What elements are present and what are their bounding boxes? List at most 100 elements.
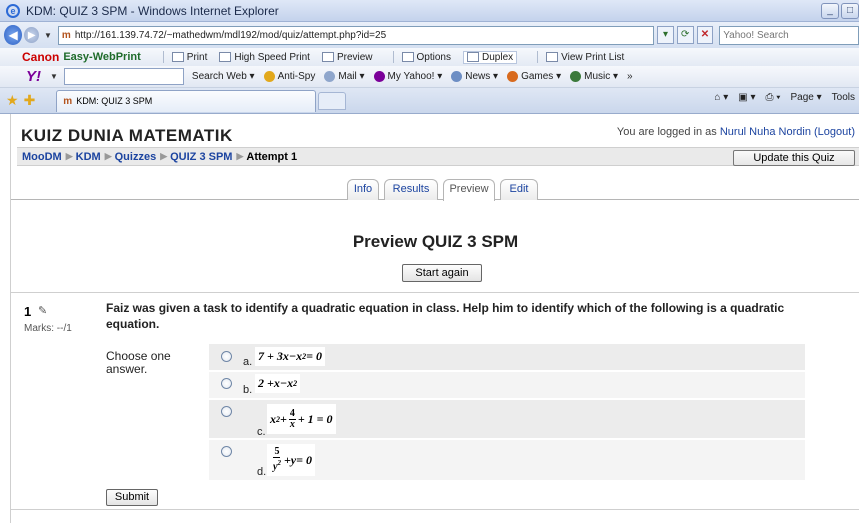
new-tab-button[interactable]: [318, 91, 347, 110]
url-field[interactable]: m http://161.139.74.72/~mathedwm/mdl192/…: [57, 25, 655, 45]
yahoo-menu-dropdown-icon[interactable]: ▼: [50, 72, 58, 81]
high-speed-print-button[interactable]: High Speed Print: [219, 52, 310, 63]
answer-option-d[interactable]: d. 5 y2 + y = 0: [209, 440, 805, 480]
refresh-icon[interactable]: ⟳: [676, 26, 694, 44]
news-button[interactable]: News ▾: [451, 71, 498, 82]
breadcrumb-current: Attempt 1: [246, 150, 298, 163]
edit-question-icon[interactable]: ✎: [38, 304, 47, 317]
user-profile-link[interactable]: Nurul Nuha Nordin: [720, 126, 811, 138]
page-menu[interactable]: Page ▾: [790, 92, 821, 103]
question-number: 1: [24, 304, 32, 319]
home-icon[interactable]: ⌂ ▾: [714, 92, 728, 103]
tab-results[interactable]: Results: [384, 179, 438, 200]
games-button[interactable]: Games ▾: [507, 71, 561, 82]
add-favorites-icon[interactable]: ✚: [24, 92, 36, 109]
print-icon[interactable]: ⎙ ▾: [765, 92, 780, 103]
breadcrumb-kdm[interactable]: KDM: [76, 151, 101, 163]
internet-explorer-icon: e: [6, 3, 20, 18]
options-button[interactable]: Options: [401, 52, 451, 63]
view-print-list-button[interactable]: View Print List: [546, 52, 624, 63]
url-text[interactable]: http://161.139.74.72/~mathedwm/mdl192/mo…: [75, 30, 386, 41]
easy-webprint-menu[interactable]: Easy-WebPrint: [63, 51, 140, 63]
radio-d[interactable]: [221, 446, 232, 457]
toolbar-overflow-button[interactable]: »: [627, 71, 633, 82]
radio-a[interactable]: [221, 351, 232, 362]
fraction-d: 5 y2: [273, 446, 281, 473]
tab-info[interactable]: Info: [347, 179, 379, 200]
mail-button[interactable]: Mail ▾: [324, 71, 365, 82]
my-yahoo-icon: [373, 71, 385, 82]
breadcrumb-separator-icon: ▶: [104, 151, 112, 161]
favorites-star-icon[interactable]: ★: [6, 92, 19, 109]
toolbar-divider: [537, 51, 539, 63]
music-button[interactable]: Music ▾: [570, 71, 618, 82]
duplex-button[interactable]: Duplex: [463, 50, 518, 64]
yahoo-logo[interactable]: Y!: [26, 68, 41, 85]
question-block: 1 ✎ Marks: --/1 Faiz was given a task to…: [11, 292, 859, 510]
command-bar: ⌂ ▾ ▣ ▾ ⎙ ▾ Page ▾ Tools: [714, 92, 855, 103]
anti-spy-button[interactable]: Anti-Spy: [263, 71, 315, 82]
option-equation-b: 2 + x − x2: [255, 374, 301, 393]
my-yahoo-button[interactable]: My Yahoo! ▾: [373, 71, 442, 82]
stop-icon[interactable]: ✕: [696, 26, 714, 44]
toolbar-divider: [162, 51, 164, 63]
page-content: KUIZ DUNIA MATEMATIK You are logged in a…: [10, 114, 859, 523]
window-titlebar: e KDM: QUIZ 3 SPM - Windows Internet Exp…: [0, 0, 859, 22]
breadcrumb-moodm[interactable]: MooDM: [22, 151, 62, 163]
breadcrumb-quizzes[interactable]: Quizzes: [115, 151, 157, 163]
tab-edit[interactable]: Edit: [500, 179, 538, 200]
search-web-button[interactable]: Search Web ▾: [192, 71, 255, 82]
submit-button[interactable]: Submit: [106, 489, 158, 506]
browser-tab-label: KDM: QUIZ 3 SPM: [76, 96, 153, 106]
printer-icon: [171, 52, 184, 62]
update-quiz-button[interactable]: Update this Quiz: [733, 150, 855, 166]
feeds-icon[interactable]: ▣ ▾: [738, 92, 755, 103]
yahoo-toolbar: Y! ▼ Search Web ▾ Anti-Spy Mail ▾ My Yah…: [0, 66, 859, 88]
option-equation-d: 5 y2 + y = 0: [267, 444, 315, 476]
minimize-icon[interactable]: _: [821, 3, 839, 19]
quiz-tabs: Info Results Preview Edit: [11, 178, 859, 201]
option-letter-d: d.: [257, 466, 267, 478]
login-info: You are logged in as Nurul Nuha Nordin (…: [616, 126, 855, 138]
tools-menu[interactable]: Tools: [832, 92, 855, 103]
anti-spy-icon: [263, 71, 275, 82]
search-input[interactable]: [719, 25, 859, 45]
logout-link[interactable]: (Logout): [814, 126, 855, 138]
forward-button[interactable]: ▶: [24, 27, 39, 43]
question-marks: Marks: --/1: [24, 323, 72, 334]
option-letter-a: a.: [243, 356, 253, 368]
site-title: KUIZ DUNIA MATEMATIK: [21, 126, 233, 145]
maximize-icon[interactable]: □: [841, 3, 859, 19]
preview-button[interactable]: Preview: [321, 52, 373, 63]
start-again-button[interactable]: Start again: [402, 264, 482, 282]
breadcrumb-separator-icon: ▶: [160, 151, 168, 161]
magnifier-icon: [321, 52, 334, 62]
duplex-icon: [467, 52, 479, 62]
url-dropdown-icon[interactable]: ▾: [657, 26, 674, 44]
yahoo-search-input[interactable]: [63, 68, 184, 85]
mail-icon: [324, 71, 336, 82]
option-letter-c: c.: [257, 426, 266, 438]
print-button[interactable]: Print: [171, 52, 207, 63]
breadcrumb-separator-icon: ▶: [65, 151, 73, 161]
choose-prompt: Choose one answer.: [106, 349, 171, 376]
answer-option-a[interactable]: a. 7 + 3x − x2 = 0: [209, 344, 805, 370]
answer-option-c[interactable]: c. x2 + 4x + 1 = 0: [209, 400, 805, 438]
page-title: Preview QUIZ 3 SPM: [352, 232, 519, 251]
music-icon: [570, 71, 582, 82]
radio-b[interactable]: [221, 378, 232, 389]
canon-toolbar: Canon Easy-WebPrint Print High Speed Pri…: [0, 48, 859, 66]
radio-c[interactable]: [221, 406, 232, 417]
back-button[interactable]: ◀: [4, 25, 23, 45]
option-letter-b: b.: [243, 384, 253, 396]
printer-fast-icon: [219, 52, 232, 62]
breadcrumb-quiz-3-spm[interactable]: QUIZ 3 SPM: [170, 151, 232, 163]
answer-option-b[interactable]: b. 2 + x − x2: [209, 372, 805, 398]
history-dropdown-icon[interactable]: ▼: [44, 31, 52, 40]
tab-bar: ★ ✚ m KDM: QUIZ 3 SPM ⌂ ▾ ▣ ▾ ⎙ ▾ Page ▾…: [0, 88, 859, 114]
options-icon: [401, 52, 414, 62]
site-favicon-icon: m: [61, 29, 71, 41]
games-icon: [507, 71, 519, 82]
tab-preview[interactable]: Preview: [443, 179, 495, 201]
browser-tab[interactable]: m KDM: QUIZ 3 SPM: [56, 89, 317, 112]
